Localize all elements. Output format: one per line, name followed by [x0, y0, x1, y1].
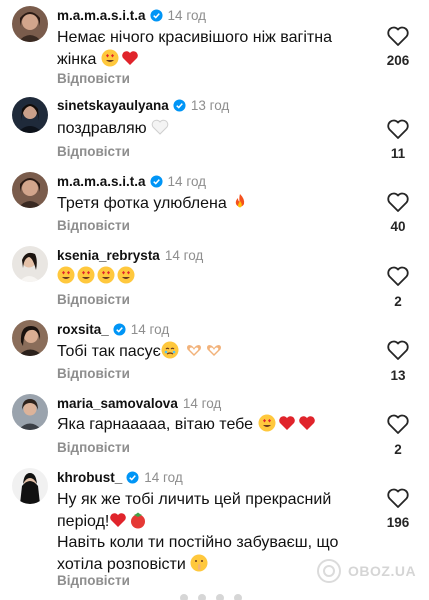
heart-outline-icon[interactable] [386, 118, 410, 140]
comment-time: 14 год [144, 470, 183, 485]
verified-badge-icon [173, 99, 186, 112]
comment-time: 13 год [190, 98, 230, 113]
heart-outline-icon[interactable] [386, 413, 410, 435]
watermark: OBOZ.UA [316, 558, 416, 584]
like-count: 11 [390, 146, 406, 161]
heart-outline-icon[interactable] [386, 339, 410, 361]
avatar[interactable] [12, 468, 48, 504]
comment-text [57, 266, 357, 288]
watermark-logo-icon [317, 559, 341, 583]
reply-button[interactable]: Відповісти [57, 144, 130, 159]
username[interactable]: sinetskayaulyana [57, 98, 169, 113]
username[interactable]: m.a.m.a.s.i.t.a [57, 8, 146, 23]
reply-button[interactable]: Відповісти [57, 218, 130, 233]
heart-outline-icon[interactable] [386, 25, 410, 47]
heart-hands-icon [205, 341, 223, 359]
teary-face-icon [161, 341, 179, 359]
comment-text: Третя фотка улюблена [57, 193, 357, 215]
heart-eyes-icon [77, 266, 95, 284]
red-heart-icon [121, 49, 139, 67]
red-heart-icon [278, 414, 296, 432]
verified-badge-icon [126, 471, 139, 484]
like-count: 2 [394, 442, 402, 457]
avatar[interactable] [12, 97, 48, 133]
heart-eyes-icon [117, 266, 135, 284]
loading-indicator [180, 594, 242, 600]
avatar[interactable] [12, 6, 48, 42]
avatar[interactable] [12, 394, 48, 430]
username[interactable]: roxsita_ [57, 322, 109, 337]
comment-time: 14 год [130, 322, 170, 337]
comment-text: Ну як же тобі личить цей прекрасний пері… [57, 491, 332, 530]
reply-button[interactable]: Відповісти [57, 292, 130, 307]
heart-eyes-icon [258, 414, 276, 432]
username[interactable]: khrobust_ [57, 470, 122, 485]
username[interactable]: maria_samovalova [57, 396, 178, 411]
like-count: 40 [390, 219, 406, 234]
reply-button[interactable]: Відповісти [57, 366, 130, 381]
comment-text: Яка гарнааааа, вітаю тебе [57, 414, 357, 436]
like-count: 13 [390, 368, 406, 383]
avatar[interactable] [12, 172, 48, 208]
heart-outline-icon[interactable] [386, 191, 410, 213]
verified-badge-icon [113, 323, 126, 336]
avatar[interactable] [12, 246, 48, 282]
loading-dot [180, 594, 188, 600]
comment-time: 14 год [167, 174, 207, 189]
verified-badge-icon [150, 9, 163, 22]
username[interactable]: m.a.m.a.s.i.t.a [57, 174, 146, 189]
verified-badge-icon [150, 175, 163, 188]
comment-time: 14 год [182, 396, 222, 411]
like-count: 2 [394, 294, 402, 309]
comment-time: 14 год [164, 248, 204, 263]
loading-dot [234, 594, 242, 600]
comment-text: Тобі так пасує [57, 341, 357, 363]
loading-dot [216, 594, 224, 600]
shushing-face-icon [190, 554, 208, 572]
reply-button[interactable]: Відповісти [57, 573, 130, 588]
username[interactable]: ksenia_rebrysta [57, 248, 160, 263]
like-count: 196 [386, 515, 410, 530]
heart-eyes-icon [57, 266, 75, 284]
reply-button[interactable]: Відповісти [57, 71, 130, 86]
like-count: 206 [386, 53, 410, 68]
white-heart-icon [151, 118, 169, 136]
heart-outline-icon[interactable] [386, 487, 410, 509]
heart-eyes-icon [101, 49, 119, 67]
comment-text-continued: Навіть коли ти постійно забуваєш, що хот… [57, 534, 339, 573]
comment-time: 14 год [167, 8, 207, 23]
comment-text: Немає нічого красивішого ніж вагітна жін… [57, 29, 332, 68]
fire-icon [231, 193, 249, 211]
red-heart-icon [298, 414, 316, 432]
loading-dot [198, 594, 206, 600]
comment-text: поздравляю [57, 118, 357, 140]
heart-eyes-icon [97, 266, 115, 284]
watermark-text: OBOZ.UA [348, 563, 417, 579]
tomato-icon [129, 511, 147, 529]
red-heart-icon [109, 511, 127, 529]
heart-hands-icon [185, 341, 203, 359]
reply-button[interactable]: Відповісти [57, 440, 130, 455]
heart-outline-icon[interactable] [386, 265, 410, 287]
avatar[interactable] [12, 320, 48, 356]
